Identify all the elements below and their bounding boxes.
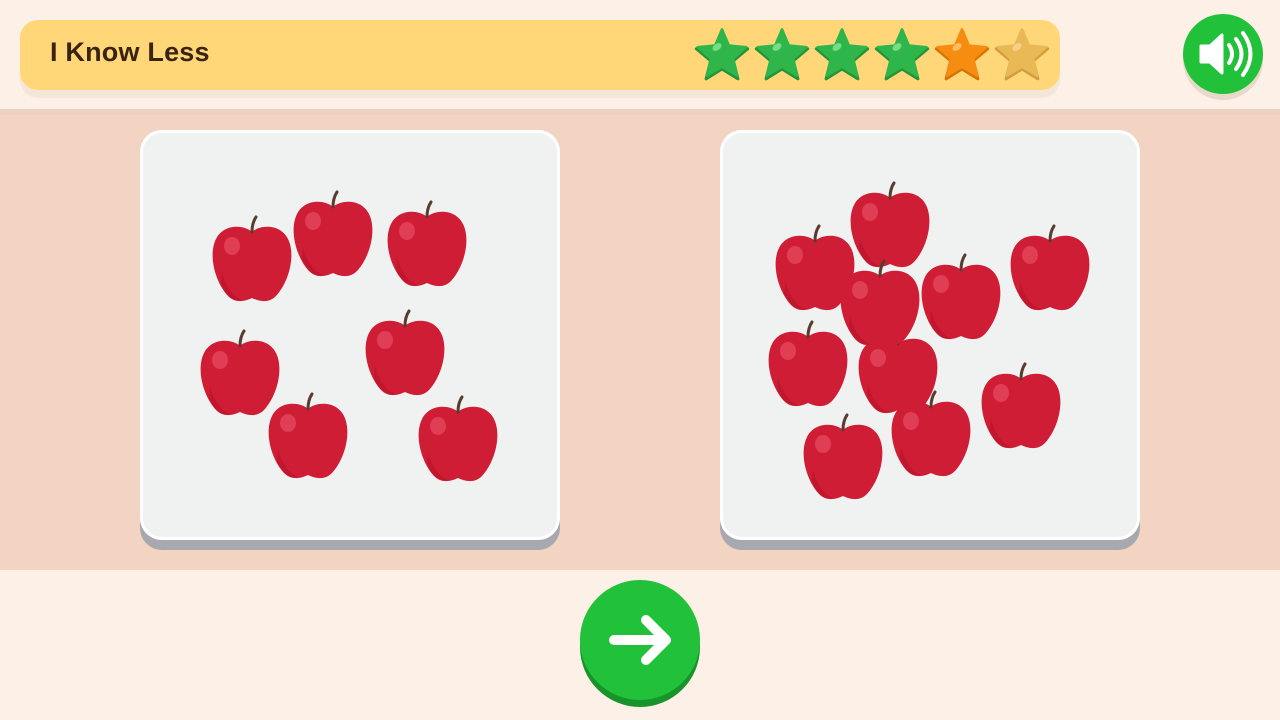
speaker-volume-icon <box>1199 31 1253 77</box>
apple-icon <box>1010 224 1090 311</box>
star-icon <box>934 28 990 81</box>
game-title: I Know Less <box>50 37 210 67</box>
star-icon <box>814 28 870 81</box>
star-icon <box>994 28 1050 81</box>
arrow-right-icon <box>609 615 671 665</box>
apple-icon <box>293 190 373 277</box>
star-icon <box>874 28 930 81</box>
star-icon <box>694 28 750 81</box>
apple-icon <box>418 395 498 482</box>
sound-button[interactable] <box>1183 14 1263 94</box>
next-button[interactable] <box>580 580 700 700</box>
apple-icon <box>803 413 883 500</box>
apple-icon <box>850 181 930 268</box>
apple-icon <box>768 320 848 407</box>
apple-icon <box>387 200 467 287</box>
apple-icon <box>921 253 1001 340</box>
header-bar: I Know Less <box>20 20 1060 90</box>
apple-icon <box>365 309 445 396</box>
game-screen: I Know Less <box>0 0 1280 720</box>
star-icon <box>754 28 810 81</box>
apple-icon <box>212 215 292 302</box>
apple-icon <box>200 329 280 416</box>
progress-stars <box>694 26 1050 86</box>
apple-icon <box>268 392 348 479</box>
apple-group-right <box>768 181 1090 500</box>
answer-card-left[interactable] <box>140 130 560 540</box>
answer-card-right[interactable] <box>720 130 1140 540</box>
apple-icon <box>981 362 1061 449</box>
apple-group-left <box>200 190 498 482</box>
